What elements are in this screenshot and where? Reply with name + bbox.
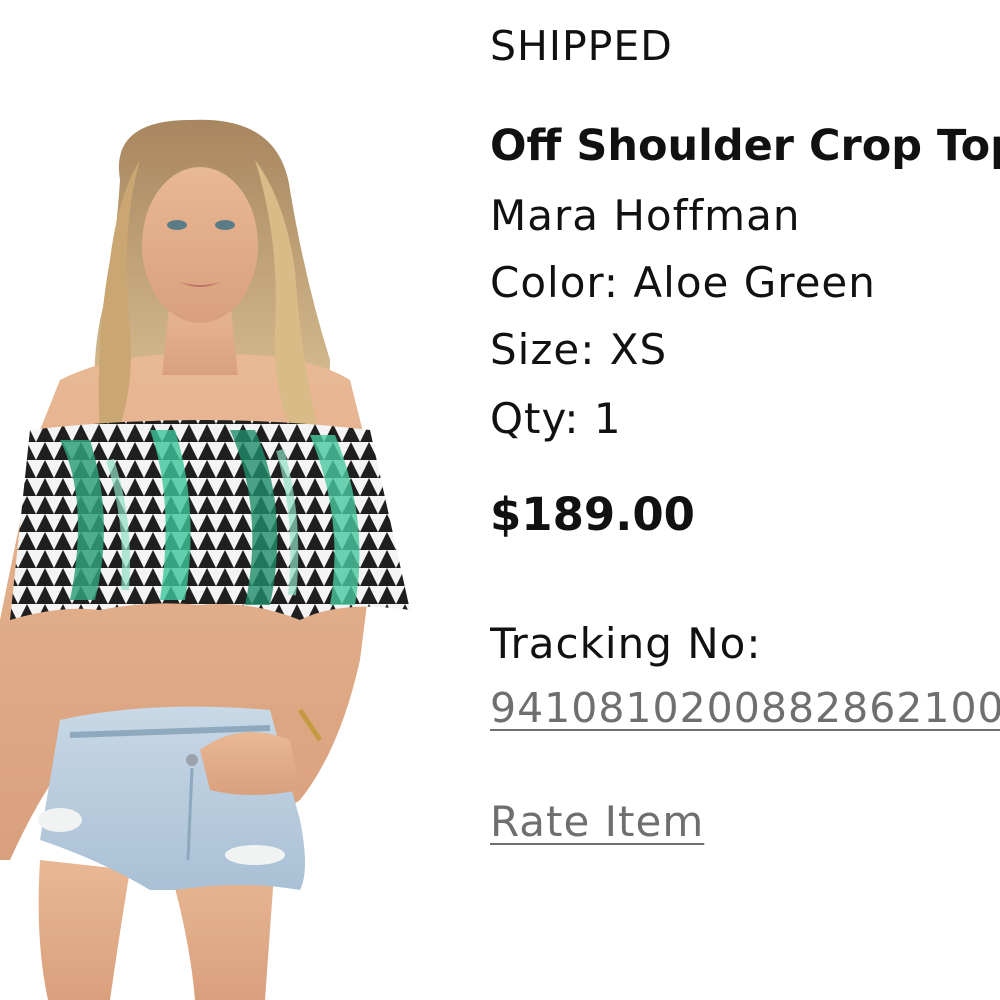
product-title[interactable]: Off Shoulder Crop Top (490, 125, 1000, 168)
product-color: Color: Aloe Green (490, 258, 876, 307)
product-quantity: Qty: 1 (490, 394, 622, 443)
product-brand: Mara Hoffman (490, 191, 801, 240)
order-item-view: SHIPPED Off Shoulder Crop Top Mara Hoffm… (0, 0, 1000, 1000)
product-size: Size: XS (490, 325, 668, 374)
order-item-details: SHIPPED Off Shoulder Crop Top Mara Hoffm… (490, 0, 1000, 1000)
tracking-label: Tracking No: (490, 619, 762, 668)
tracking-number-link[interactable]: 9410810200882862100000 (490, 688, 1000, 729)
rate-item-link[interactable]: Rate Item (490, 801, 704, 843)
product-photo[interactable] (0, 100, 450, 1000)
order-status: SHIPPED (490, 22, 673, 70)
product-price: $189.00 (490, 488, 695, 541)
